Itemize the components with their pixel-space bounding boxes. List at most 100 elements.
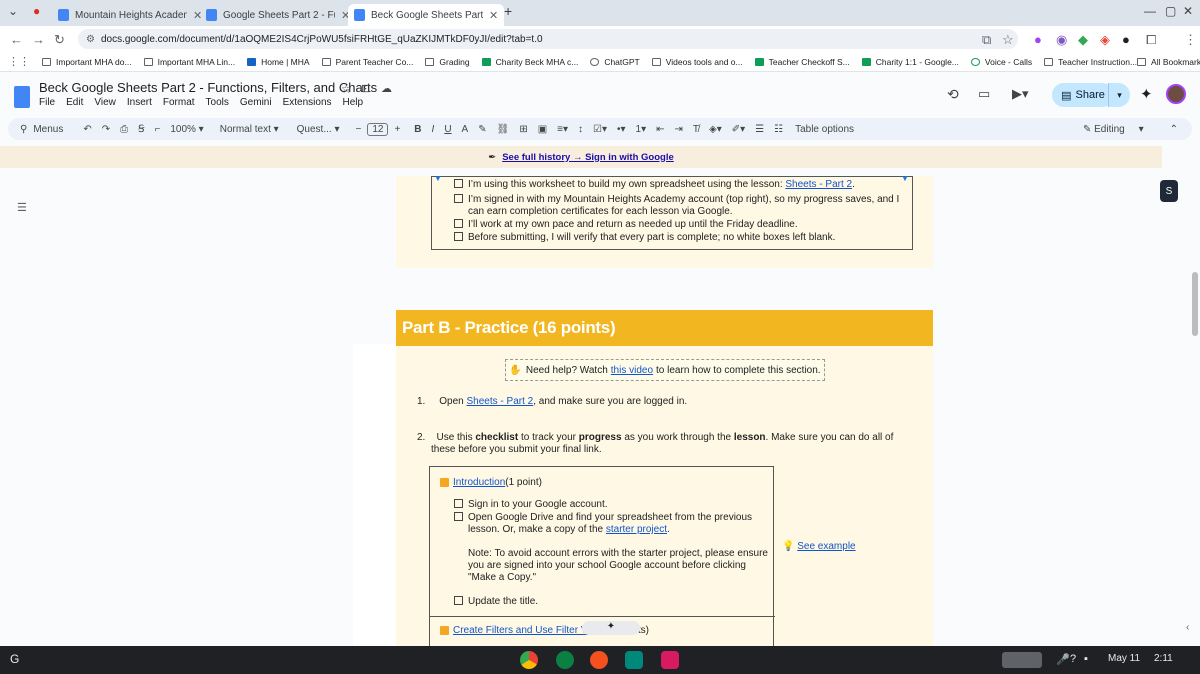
bookmark[interactable]: Home | MHA bbox=[247, 57, 310, 67]
italic-icon[interactable]: I bbox=[432, 124, 435, 135]
back-icon[interactable]: ← bbox=[10, 32, 23, 47]
bookmark[interactable]: Important MHA Lin... bbox=[143, 57, 235, 67]
tray-icon[interactable]: ▪ bbox=[1084, 653, 1088, 665]
menu-extensions[interactable]: Extensions bbox=[283, 97, 332, 108]
decrease-font-icon[interactable]: − bbox=[355, 124, 361, 135]
tab-search-icon[interactable]: ⌄ bbox=[8, 4, 18, 18]
checkbox[interactable] bbox=[454, 499, 463, 508]
menu-help[interactable]: Help bbox=[343, 97, 364, 108]
minimize-icon[interactable]: — bbox=[1144, 4, 1156, 18]
meet-icon[interactable]: ▶▾ bbox=[1012, 86, 1029, 102]
checkbox[interactable] bbox=[454, 512, 463, 521]
checkbox[interactable] bbox=[454, 179, 463, 188]
reload-icon[interactable]: ↻ bbox=[54, 32, 65, 48]
bookmark[interactable]: Grading bbox=[425, 57, 470, 67]
kebab-menu-icon[interactable]: ⋮ bbox=[1184, 32, 1197, 48]
phone-app-icon[interactable] bbox=[556, 651, 574, 669]
bookmark[interactable]: Voice - Calls bbox=[970, 57, 1032, 67]
font-size-input[interactable]: 12 bbox=[367, 122, 389, 136]
date-label[interactable]: May 11 bbox=[1108, 653, 1140, 664]
border-color-icon[interactable]: ✐▾ bbox=[732, 124, 745, 135]
tab-mha[interactable]: Mountain Heights Academy - C ✕ bbox=[52, 4, 208, 26]
help-icon[interactable]: ? bbox=[1070, 653, 1076, 665]
clear-format-icon[interactable]: T̸ bbox=[693, 124, 699, 135]
chrome-icon[interactable] bbox=[520, 651, 538, 669]
bookmark[interactable]: Videos tools and o... bbox=[651, 57, 743, 67]
checkbox[interactable] bbox=[454, 219, 463, 228]
line-spacing-icon[interactable]: ↕ bbox=[578, 124, 583, 135]
underline-icon[interactable]: U bbox=[444, 124, 451, 135]
font-select[interactable]: Quest... ▾ bbox=[297, 124, 340, 135]
starter-project-link[interactable]: starter project bbox=[606, 524, 667, 535]
app-icon[interactable] bbox=[590, 651, 608, 669]
tab-beck-sheets[interactable]: Beck Google Sheets Part 2 - Fu ✕ bbox=[348, 4, 505, 26]
search-icon[interactable]: ⚲ bbox=[20, 124, 27, 135]
text-color-icon[interactable]: A bbox=[462, 124, 469, 135]
site-info-icon[interactable]: ⚙ bbox=[86, 34, 95, 45]
menu-view[interactable]: View bbox=[94, 97, 116, 108]
record-icon[interactable]: ● bbox=[33, 4, 40, 18]
align-icon[interactable]: ≡▾ bbox=[557, 124, 568, 135]
image-icon[interactable]: ▣ bbox=[538, 124, 547, 135]
close-icon[interactable]: ✕ bbox=[489, 9, 498, 22]
increase-font-icon[interactable]: + bbox=[394, 124, 400, 135]
menu-tools[interactable]: Tools bbox=[206, 97, 229, 108]
link-icon[interactable]: ⛓ bbox=[497, 124, 510, 135]
bold-icon[interactable]: B bbox=[414, 124, 421, 135]
new-tab-icon[interactable]: + bbox=[504, 3, 512, 19]
maximize-icon[interactable]: ▢ bbox=[1165, 4, 1176, 18]
table-options-button[interactable]: Table options bbox=[795, 124, 854, 135]
launcher-icon[interactable]: G bbox=[10, 652, 19, 666]
comment-add-icon[interactable]: ⊞ bbox=[519, 124, 527, 135]
bookmark[interactable]: Charity 1:1 - Google... bbox=[861, 57, 959, 67]
cell-fill-icon[interactable]: ◈▾ bbox=[709, 124, 722, 135]
bookmark[interactable]: Important MHA do... bbox=[42, 57, 132, 67]
forward-icon[interactable]: → bbox=[32, 32, 45, 47]
checklist-icon[interactable]: ☑▾ bbox=[593, 124, 607, 135]
checkbox[interactable] bbox=[454, 194, 463, 203]
document-title[interactable]: Beck Google Sheets Part 2 - Functions, F… bbox=[39, 80, 377, 95]
undo-icon[interactable]: ↶ bbox=[83, 124, 91, 135]
print-icon[interactable]: ⎙ bbox=[120, 124, 128, 135]
zoom-select[interactable]: 100% ▾ bbox=[170, 124, 203, 135]
border-width-icon[interactable]: ☰ bbox=[755, 124, 764, 135]
mic-icon[interactable]: 🎤 bbox=[1056, 653, 1070, 666]
expand-panel-icon[interactable]: ‹ bbox=[1186, 622, 1189, 633]
indent-marker-icon[interactable]: ▼ bbox=[434, 176, 442, 183]
menu-format[interactable]: Format bbox=[163, 97, 195, 108]
paint-format-icon[interactable]: ⌐ bbox=[154, 124, 160, 135]
time-label[interactable]: 2:11 bbox=[1154, 653, 1173, 664]
bookmark[interactable]: Charity Beck MHA c... bbox=[481, 57, 578, 67]
close-window-icon[interactable]: ✕ bbox=[1183, 4, 1193, 18]
indent-marker-icon[interactable]: ▼ bbox=[901, 176, 909, 183]
bookmark[interactable]: Parent Teacher Co... bbox=[321, 57, 413, 67]
move-folder-icon[interactable]: ⊡ bbox=[361, 82, 370, 95]
menu-edit[interactable]: Edit bbox=[66, 97, 83, 108]
extension-icon[interactable]: ● bbox=[1034, 32, 1042, 47]
introduction-link[interactable]: Introduction bbox=[453, 477, 505, 488]
menus-button[interactable]: Menus bbox=[33, 124, 63, 135]
border-dash-icon[interactable]: ☷ bbox=[774, 124, 783, 135]
highlight-icon[interactable]: ✎ bbox=[478, 124, 486, 135]
docs-logo-icon[interactable] bbox=[14, 86, 30, 108]
address-bar[interactable]: ⚙ docs.google.com/document/d/1aOQME2IS4C… bbox=[78, 29, 1018, 49]
extension-icon[interactable]: ◈ bbox=[1100, 32, 1110, 48]
extension-icon[interactable]: ◆ bbox=[1078, 32, 1088, 48]
extensions-puzzle-icon[interactable]: ⧠ bbox=[1146, 32, 1156, 48]
app-icon[interactable] bbox=[661, 651, 679, 669]
gemini-icon[interactable]: ✦ bbox=[1140, 85, 1153, 103]
indent-decrease-icon[interactable]: ⇤ bbox=[656, 124, 664, 135]
all-bookmarks[interactable]: All Bookmarks bbox=[1137, 57, 1200, 67]
help-video-link[interactable]: this video bbox=[611, 365, 653, 376]
menu-insert[interactable]: Insert bbox=[127, 97, 152, 108]
redo-icon[interactable]: ↷ bbox=[102, 124, 110, 135]
bookmark[interactable]: Teacher Checkoff S... bbox=[754, 57, 850, 67]
screen-thumbnail[interactable] bbox=[1002, 652, 1042, 668]
avatar[interactable] bbox=[1166, 84, 1186, 104]
collapse-toolbar-icon[interactable]: ⌃ bbox=[1170, 124, 1178, 135]
menu-gemini[interactable]: Gemini bbox=[240, 97, 272, 108]
bookmark[interactable]: Teacher Instruction... bbox=[1044, 57, 1137, 67]
history-icon[interactable]: ⟲ bbox=[947, 86, 959, 103]
full-history-link[interactable]: See full history → Sign in with Google bbox=[502, 152, 674, 163]
spellcheck-icon[interactable]: Ꞩ bbox=[138, 124, 144, 135]
